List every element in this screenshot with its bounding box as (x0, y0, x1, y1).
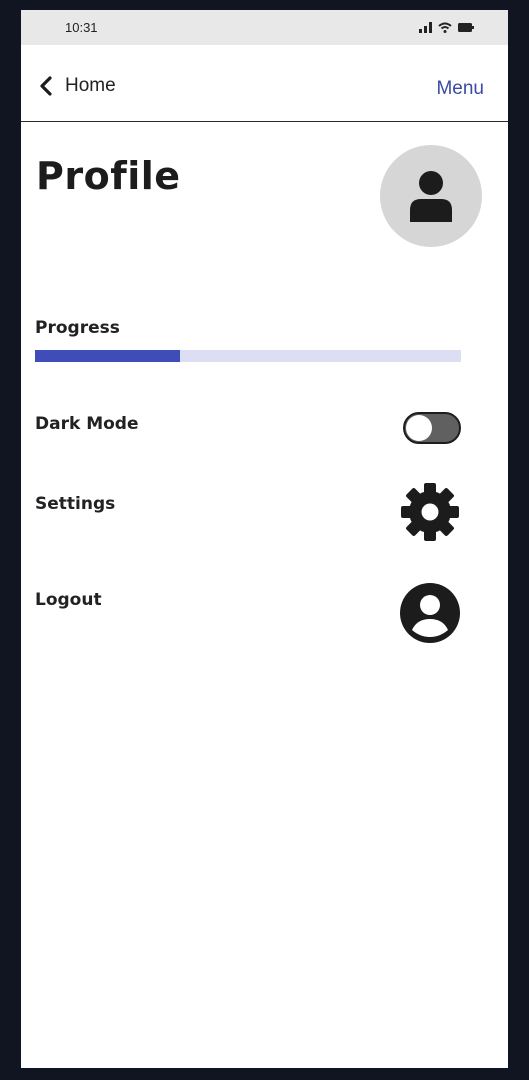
toggle-knob (406, 415, 432, 441)
back-label: Home (65, 75, 116, 96)
wifi-icon (438, 22, 452, 33)
user-icon (410, 171, 452, 222)
progress-label: Progress (35, 318, 120, 338)
status-time: 10:31 (65, 20, 98, 35)
settings-label: Settings (35, 494, 116, 514)
status-icons (419, 22, 474, 33)
back-button[interactable]: Home (39, 75, 116, 97)
nav-bar: Home Menu (21, 45, 508, 122)
dark-mode-label: Dark Mode (35, 414, 139, 434)
battery-icon (458, 23, 474, 32)
account-circle-icon (400, 583, 460, 643)
status-bar: 10:31 (21, 10, 508, 45)
menu-button[interactable]: Menu (436, 78, 484, 100)
phone-screen: 10:31 Home Menu Profile Progress Dark Mo… (21, 10, 508, 1068)
progress-bar (35, 350, 461, 362)
dark-mode-toggle[interactable] (403, 412, 461, 444)
progress-fill (35, 350, 180, 362)
logout-label: Logout (35, 590, 102, 610)
settings-button[interactable] (400, 482, 460, 546)
avatar[interactable] (380, 145, 482, 247)
gear-icon (401, 483, 459, 541)
signal-icon (419, 22, 432, 33)
page-title: Profile (36, 154, 181, 198)
logout-button[interactable] (399, 582, 461, 648)
chevron-left-icon (40, 76, 52, 96)
